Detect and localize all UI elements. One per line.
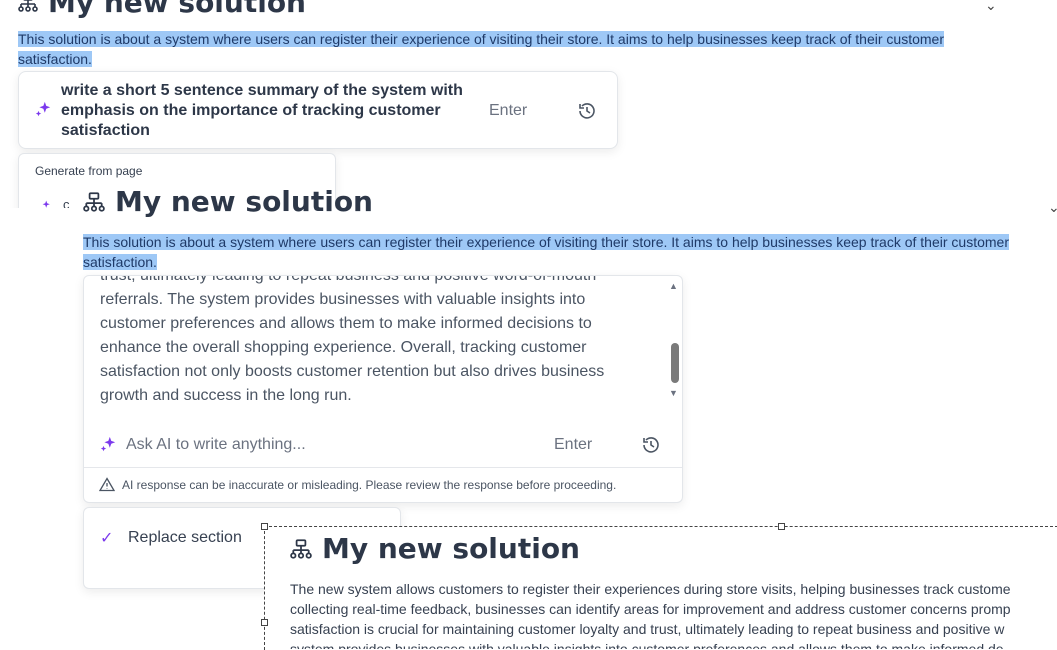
divider — [84, 467, 682, 468]
response-line: trust, ultimately leading to repeat busi… — [100, 275, 597, 284]
response-line: referrals. The system provides businesse… — [100, 291, 586, 308]
enter-button[interactable]: Enter — [554, 436, 592, 454]
layer2-title-row: My new solution — [83, 185, 373, 218]
response-line: satisfaction not only boosts customer re… — [100, 363, 605, 380]
response-line: customer preferences and allows them to … — [100, 315, 592, 332]
history-icon[interactable] — [577, 101, 597, 121]
hierarchy-icon — [290, 538, 312, 560]
page-title: My new solution — [48, 0, 306, 19]
chevron-down-icon[interactable]: ⌄ — [985, 0, 997, 14]
page-description[interactable]: This solution is about a system where us… — [83, 232, 1057, 272]
enter-button[interactable]: Enter — [489, 102, 527, 120]
check-icon: ✓ — [100, 530, 114, 547]
ai-prompt-text[interactable]: write a short 5 sentence summary of the … — [61, 81, 481, 141]
scroll-up-icon[interactable]: ▲ — [669, 281, 678, 291]
body-line: collecting real-time feedback, businesse… — [290, 601, 1011, 617]
replace-section-button[interactable]: Replace section — [128, 529, 242, 547]
hierarchy-icon — [18, 0, 38, 13]
page-title: My new solution — [115, 185, 373, 218]
resize-handle[interactable] — [261, 523, 268, 530]
body-line: satisfaction is crucial for maintaining … — [290, 621, 1005, 637]
chevron-down-icon[interactable]: ⌄ — [1048, 199, 1057, 216]
history-icon[interactable] — [641, 435, 661, 455]
layer1-title-row: My new solution — [18, 0, 306, 19]
resize-handle[interactable] — [778, 523, 785, 530]
response-line: growth and success in the long run. — [100, 387, 352, 404]
ai-response-text: trust, ultimately leading to repeat busi… — [100, 275, 660, 408]
section-body[interactable]: The new system allows customers to regis… — [290, 579, 1057, 649]
sparkle-icon — [34, 101, 52, 119]
layer2-left-strip — [0, 208, 83, 578]
resize-handle[interactable] — [261, 619, 268, 626]
body-line: The new system allows customers to regis… — [290, 581, 1011, 597]
hierarchy-icon — [83, 191, 105, 213]
ai-disclaimer: AI response can be inaccurate or mislead… — [122, 478, 617, 492]
ai-response-card: trust, ultimately leading to repeat busi… — [83, 275, 683, 503]
warning-icon — [99, 477, 115, 492]
body-line: system provides businesses with valuable… — [290, 641, 1004, 649]
layer3-title-row: My new solution — [290, 532, 580, 565]
page-title: My new solution — [322, 532, 580, 565]
ask-ai-input[interactable]: Ask AI to write anything... — [126, 436, 306, 454]
response-line: enhance the overall shopping experience.… — [100, 339, 587, 356]
sparkle-icon — [99, 436, 117, 454]
generate-from-page-label: Generate from page — [35, 164, 143, 178]
page-description[interactable]: This solution is about a system where us… — [18, 29, 958, 69]
scroll-down-icon[interactable]: ▼ — [669, 388, 678, 398]
scrollbar-thumb[interactable] — [671, 343, 679, 383]
ai-prompt-card: write a short 5 sentence summary of the … — [18, 71, 618, 149]
